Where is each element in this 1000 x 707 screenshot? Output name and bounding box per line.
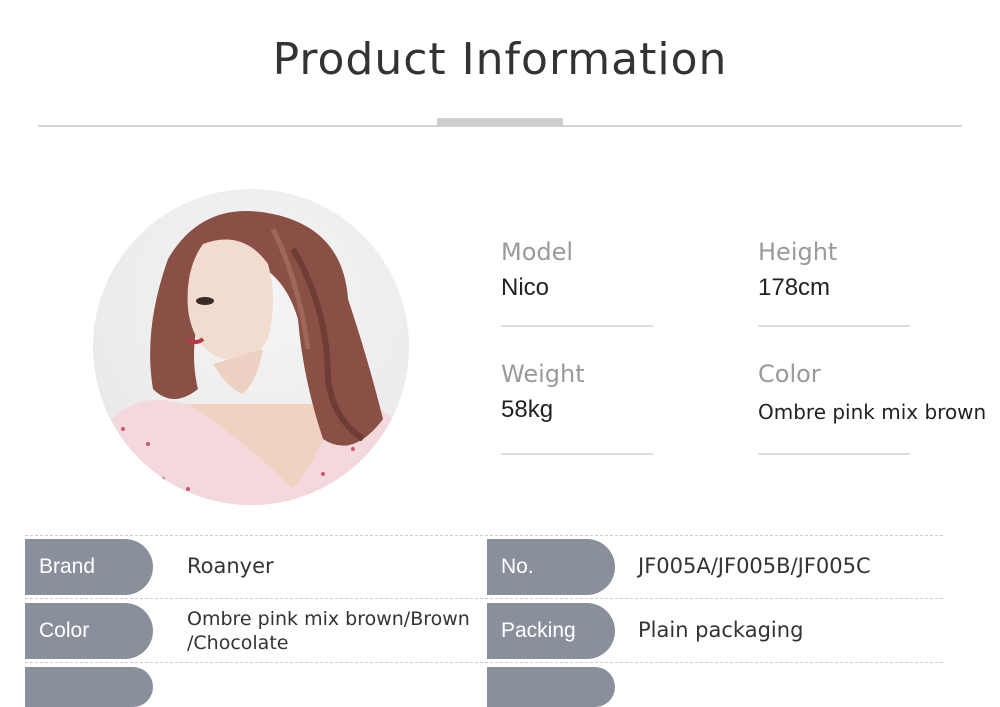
spec-weight-label: Weight — [501, 360, 585, 388]
brand-tag: Brand — [25, 539, 153, 595]
spec-weight: Weight 58kg — [501, 360, 751, 424]
spec-weight-divider — [501, 453, 653, 455]
next-row-tag — [25, 667, 153, 707]
title-divider-accent — [437, 118, 563, 126]
spec-model: Model Nico — [501, 238, 751, 302]
spec-height-divider — [758, 325, 910, 327]
spec-height: Height 178cm — [758, 238, 1000, 302]
model-portrait-illustration — [93, 211, 409, 505]
color-tag: Color — [25, 603, 153, 659]
packing-value: Plain packaging — [638, 618, 804, 642]
page-title: Product Information — [272, 34, 728, 85]
packing-tag: Packing — [487, 603, 615, 659]
color-value: Ombre pink mix brown/Brown /Chocolate — [187, 607, 477, 655]
color-value-line1: Ombre pink mix brown/Brown — [187, 608, 470, 630]
brand-value: Roanyer — [187, 554, 274, 578]
spec-color-label: Color — [758, 360, 821, 388]
model-photo — [93, 189, 409, 505]
spec-color: Color Ombre pink mix brown — [758, 360, 998, 424]
spec-weight-value: 58kg — [501, 396, 554, 423]
table-divider — [25, 598, 943, 599]
next-row-tag — [487, 667, 615, 707]
number-tag: No. — [487, 539, 615, 595]
number-value: JF005A/JF005B/JF005C — [638, 554, 871, 578]
color-value-line2: /Chocolate — [187, 632, 289, 654]
spec-model-value: Nico — [501, 274, 550, 301]
spec-height-label: Height — [758, 238, 838, 266]
spec-color-value: Ombre pink mix brown — [758, 400, 987, 424]
spec-height-value: 178cm — [758, 274, 831, 301]
table-divider — [25, 535, 943, 536]
table-divider — [25, 662, 943, 663]
spec-color-divider — [758, 453, 910, 455]
spec-model-label: Model — [501, 238, 574, 266]
spec-model-divider — [501, 325, 653, 327]
